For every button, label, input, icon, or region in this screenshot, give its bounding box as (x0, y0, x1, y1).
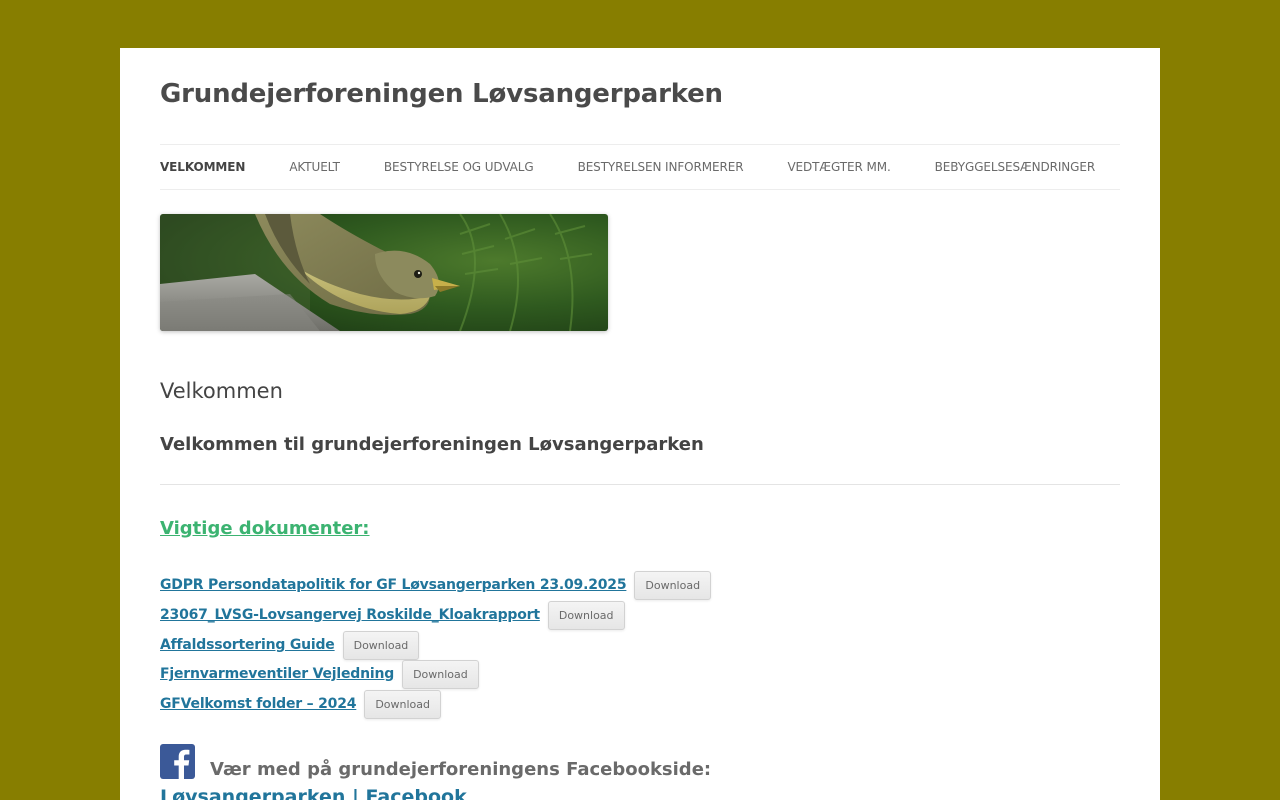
document-link[interactable]: 23067_LVSG-Lovsangervej Roskilde_Kloakra… (160, 607, 540, 623)
document-link[interactable]: GFVelkomst folder – 2024 (160, 696, 357, 712)
nav-item-aktuelt[interactable]: Aktuelt (289, 160, 340, 174)
document-row: GFVelkomst folder – 2024 Download (160, 689, 441, 719)
document-row: 23067_LVSG-Lovsangervej Roskilde_Kloakra… (160, 600, 625, 630)
entry-title: Velkommen (160, 379, 283, 403)
site-title[interactable]: Grundejerforeningen Løvsangerparken (160, 79, 723, 109)
nav-item-bestyrelsen-informerer[interactable]: Bestyrelsen informerer (578, 160, 744, 174)
document-link[interactable]: Affaldssortering Guide (160, 637, 335, 653)
docs-heading[interactable]: Vigtige dokumenter: (160, 518, 370, 539)
download-button[interactable]: Download (364, 689, 441, 719)
header-image (160, 214, 608, 331)
facebook-invite-text: Vær med på grundejerforeningens Facebook… (210, 759, 712, 780)
nav-item-bestyrelse-og-udvalg[interactable]: Bestyrelse og udvalg (384, 160, 534, 174)
main-navigation: Velkommen Aktuelt Bestyrelse og udvalg B… (160, 144, 1120, 190)
nav-item-bebyggelsesaendringer[interactable]: Bebyggelsesændringer (935, 160, 1095, 174)
document-row: GDPR Persondatapolitik for GF Løvsangerp… (160, 570, 712, 600)
document-row: Affaldssortering Guide Download (160, 630, 420, 660)
facebook-page-link[interactable]: Løvsangerparken | Facebook (160, 786, 467, 800)
nav-item-vedtaegter[interactable]: Vedtægter mm. (787, 160, 890, 174)
nav-item-velkommen[interactable]: Velkommen (160, 160, 245, 174)
facebook-icon[interactable] (160, 744, 195, 779)
page-container: Grundejerforeningen Løvsangerparken Velk… (120, 48, 1160, 800)
document-link[interactable]: Fjernvarmeventiler Vejledning (160, 666, 394, 682)
document-row: Fjernvarmeventiler Vejledning Download (160, 659, 479, 689)
download-button[interactable]: Download (634, 570, 712, 600)
download-button[interactable]: Download (342, 630, 420, 660)
welcome-heading: Velkommen til grundejerforeningen Løvsan… (160, 434, 704, 455)
bird-photo (160, 214, 608, 331)
document-link[interactable]: GDPR Persondatapolitik for GF Løvsangerp… (160, 577, 627, 593)
download-button[interactable]: Download (547, 600, 625, 630)
download-button[interactable]: Download (402, 659, 479, 689)
facebook-row: Vær med på grundejerforeningens Facebook… (160, 743, 1120, 783)
divider (160, 484, 1120, 485)
